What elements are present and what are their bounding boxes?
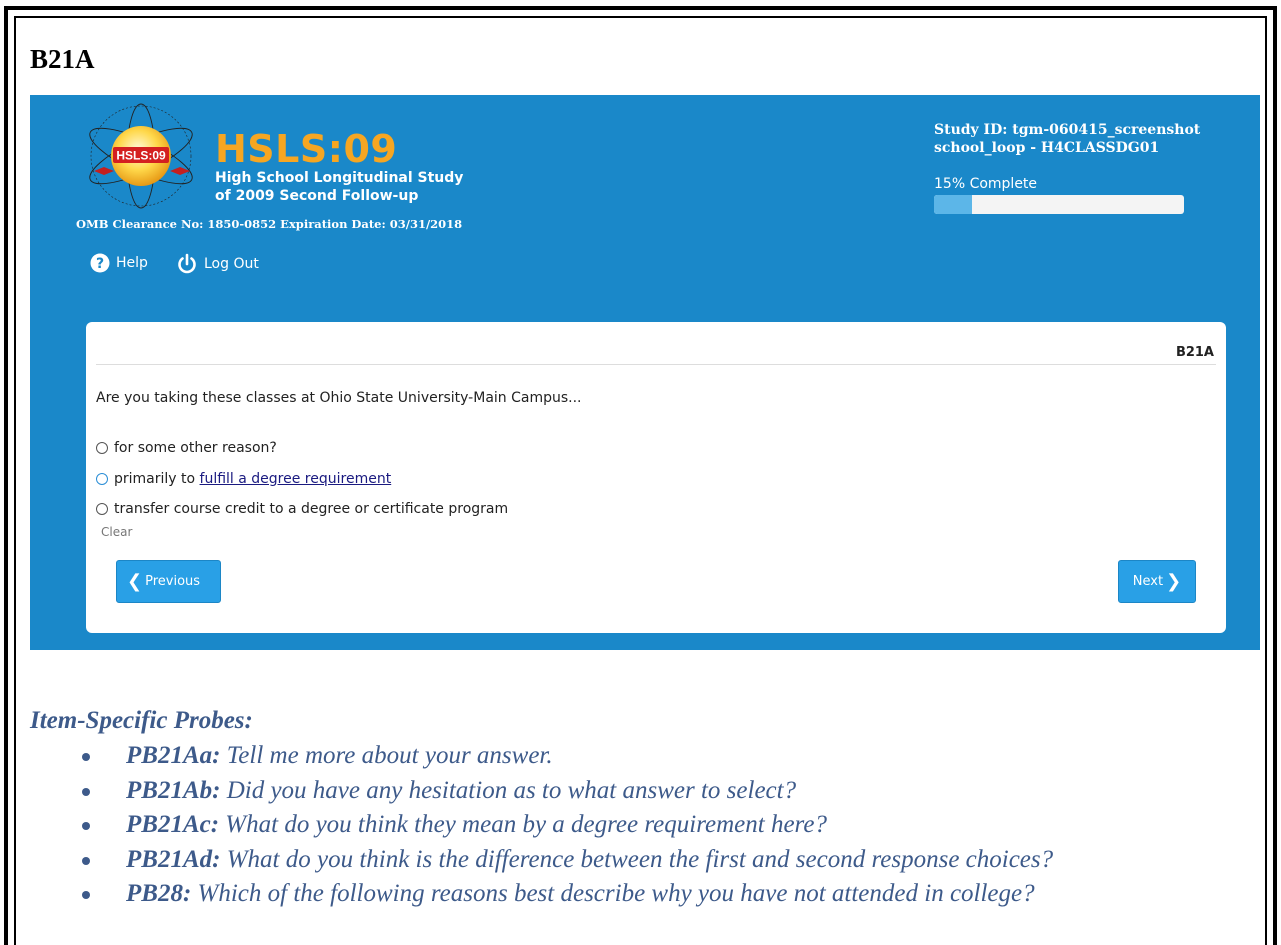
- option-degree-requirement[interactable]: primarily to fulfill a degree requiremen…: [96, 471, 391, 487]
- probe-code: PB28:: [126, 880, 192, 907]
- logout-link[interactable]: Log Out: [176, 253, 259, 275]
- logout-label: Log Out: [204, 256, 259, 272]
- next-button[interactable]: Next ❯: [1118, 560, 1196, 603]
- probe-item: PB21Ac: What do you think they mean by a…: [30, 808, 1053, 843]
- brand-subtitle-2: of 2009 Second Follow-up: [215, 188, 419, 204]
- option-label: primarily to fulfill a degree requiremen…: [114, 471, 391, 487]
- radio-other-reason[interactable]: [96, 442, 108, 454]
- brand-subtitle-1: High School Longitudinal Study: [215, 170, 464, 186]
- survey-panel: HSLS:09 HSLS:09 High School Longitudinal…: [30, 95, 1260, 650]
- progress-fill: [934, 195, 972, 214]
- probe-text: What do you think is the difference betw…: [220, 845, 1054, 873]
- option-label: transfer course credit to a degree or ce…: [114, 501, 509, 517]
- radio-transfer-credit[interactable]: [96, 503, 108, 515]
- option-other-reason[interactable]: for some other reason?: [96, 440, 277, 456]
- progress-label: 15% Complete: [934, 176, 1038, 192]
- probe-item: PB21Ab: Did you have any hesitation as t…: [30, 774, 1053, 809]
- option-transfer-credit[interactable]: transfer course credit to a degree or ce…: [96, 501, 508, 517]
- option-label: for some other reason?: [114, 440, 277, 456]
- previous-label: Previous: [145, 574, 201, 589]
- document-title: B21A: [30, 44, 95, 74]
- power-icon: [178, 253, 196, 274]
- probe-item: PB21Aa: Tell me more about your answer.: [30, 739, 1053, 774]
- brand-block: HSLS:09 High School Longitudinal Study o…: [215, 129, 463, 205]
- omb-clearance: OMB Clearance No: 1850-0852 Expiration D…: [76, 217, 463, 231]
- probe-text: Tell me more about your answer.: [220, 742, 553, 769]
- probe-code: PB21Aa:: [126, 742, 221, 769]
- probes-title: Item-Specific Probes:: [30, 707, 253, 734]
- hsls-seal-logo: HSLS:09: [89, 103, 193, 209]
- svg-text:HSLS:09: HSLS:09: [116, 149, 166, 163]
- help-icon: ?: [90, 253, 110, 273]
- chevron-right-icon: ❯: [1166, 570, 1182, 592]
- probe-item: PB21Ad: What do you think is the differe…: [30, 843, 1053, 878]
- degree-requirement-link[interactable]: fulfill a degree requirement: [200, 471, 392, 487]
- probe-code: PB21Ac:: [126, 811, 220, 838]
- loop-id: school_loop - H4CLASSDG01: [934, 140, 1160, 156]
- question-code: B21A: [1175, 345, 1214, 360]
- probe-text: Which of the following reasons best desc…: [191, 880, 1035, 907]
- question-text: Are you taking these classes at Ohio Sta…: [96, 390, 582, 406]
- probe-list: PB21Aa: Tell me more about your answer. …: [30, 739, 1053, 912]
- probe-code: PB21Ab:: [126, 776, 221, 804]
- probe-code: PB21Ad:: [126, 845, 221, 873]
- study-id: Study ID: tgm-060415_screenshot: [934, 122, 1201, 138]
- study-info: Study ID: tgm-060415_screenshot school_l…: [934, 121, 1200, 157]
- progress-bar: [934, 195, 1184, 214]
- radio-degree-requirement[interactable]: [96, 473, 108, 485]
- question-card: B21A Are you taking these classes at Ohi…: [86, 322, 1226, 633]
- probe-text: Did you have any hesitation as to what a…: [220, 776, 797, 804]
- card-divider: [96, 364, 1216, 365]
- option-prefix: primarily to: [114, 471, 200, 487]
- clear-link[interactable]: Clear: [101, 525, 132, 539]
- probes-section: Item-Specific Probes: PB21Aa: Tell me mo…: [30, 707, 1053, 912]
- chevron-left-icon: ❮: [127, 570, 143, 592]
- next-label: Next: [1132, 574, 1164, 589]
- probe-text: What do you think they mean by a degree …: [219, 811, 827, 838]
- probe-item: PB28: Which of the following reasons bes…: [30, 877, 1053, 912]
- help-label: Help: [116, 255, 148, 271]
- brand-name: HSLS:09: [215, 127, 398, 171]
- help-link[interactable]: ? Help: [90, 253, 148, 273]
- previous-button[interactable]: ❮ Previous: [116, 560, 221, 603]
- svg-text:?: ?: [96, 256, 104, 272]
